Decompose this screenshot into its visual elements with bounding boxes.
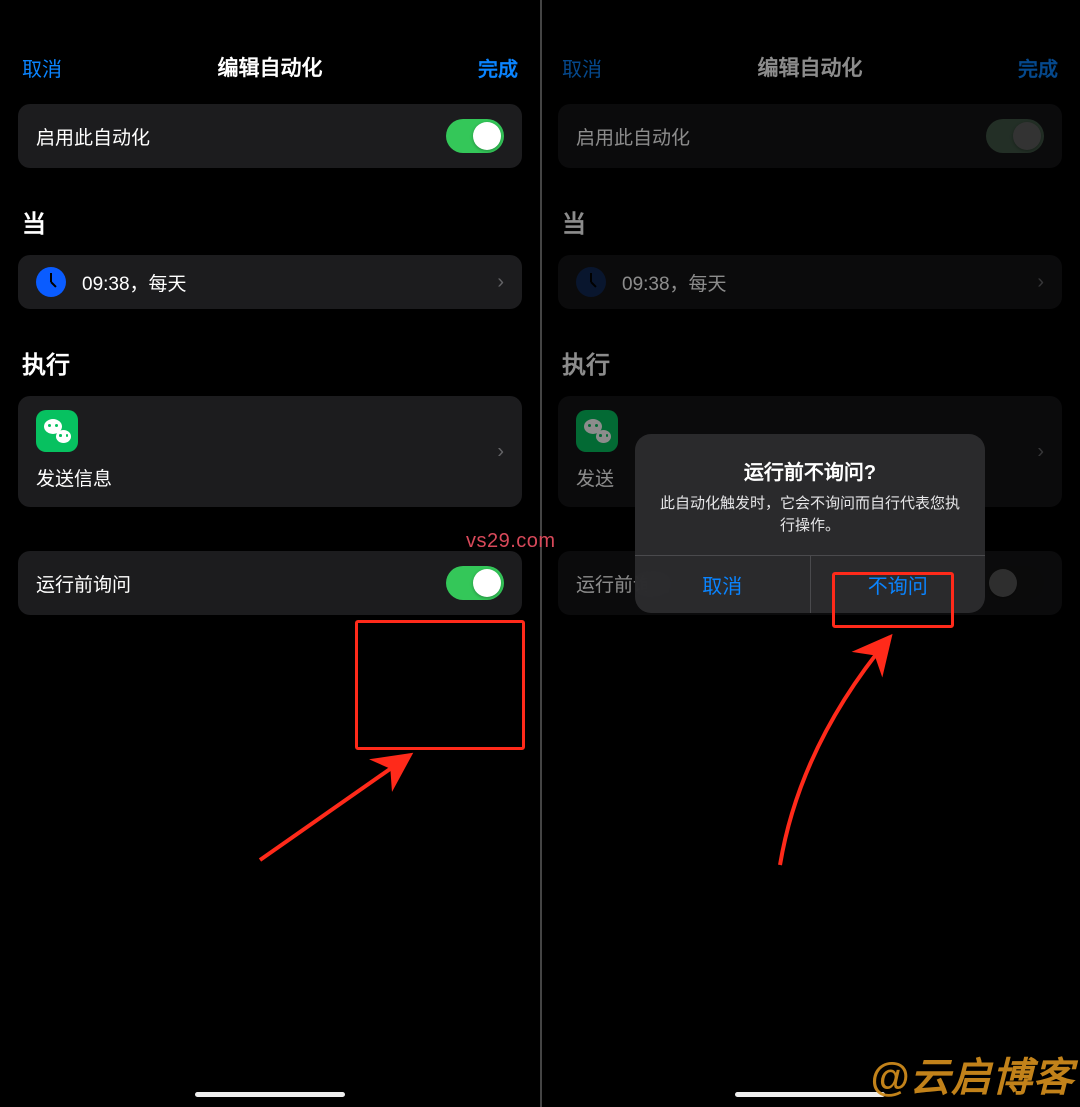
when-text: 09:38，每天 (82, 269, 187, 296)
exec-action-label: 发送信息 (36, 464, 112, 491)
nav-header: 取消 编辑自动化 完成 (540, 38, 1080, 104)
done-button[interactable]: 完成 (1018, 53, 1058, 82)
nav-header: 取消 编辑自动化 完成 (0, 38, 540, 104)
ask-before-run-row: 运行前询问 (18, 551, 522, 615)
exec-section-label: 执行 (22, 345, 518, 380)
exec-section-label: 执行 (562, 345, 1058, 380)
annotation-arrow (250, 740, 440, 870)
annotation-box (355, 620, 525, 750)
enable-automation-row: 启用此自动化 (558, 104, 1062, 168)
done-button[interactable]: 完成 (478, 53, 518, 82)
chevron-right-icon: › (1037, 271, 1044, 294)
clock-icon (576, 267, 606, 297)
confirm-dialog: 运行前不询问? 此自动化触发时，它会不询问而自行代表您执行操作。 取消 不询问 (635, 434, 985, 613)
when-trigger-row[interactable]: 09:38，每天 › (18, 255, 522, 309)
enable-toggle[interactable] (986, 119, 1044, 153)
home-indicator[interactable] (735, 1092, 885, 1097)
dialog-title: 运行前不询问? (655, 456, 965, 485)
screens-divider (540, 0, 542, 1107)
when-trigger-row[interactable]: 09:38，每天 › (558, 255, 1062, 309)
chevron-right-icon: › (497, 440, 504, 463)
ask-toggle[interactable] (446, 566, 504, 600)
cancel-button[interactable]: 取消 (562, 53, 602, 82)
home-indicator[interactable] (195, 1092, 345, 1097)
when-text: 09:38，每天 (622, 269, 727, 296)
exec-action-label: 发送 (576, 464, 614, 491)
dialog-confirm-button[interactable]: 不询问 (810, 556, 986, 613)
page-title: 编辑自动化 (758, 52, 863, 82)
ask-label: 运行前询问 (36, 570, 131, 597)
clock-icon (36, 267, 66, 297)
annotation-arrow (770, 625, 940, 875)
phone-left: 取消 编辑自动化 完成 启用此自动化 当 09:38，每天 › 执行 发送信息 … (0, 0, 540, 1107)
enable-label: 启用此自动化 (36, 123, 150, 150)
when-section-label: 当 (562, 204, 1058, 239)
exec-action-row[interactable]: 发送信息 › (18, 396, 522, 507)
dialog-cancel-button[interactable]: 取消 (635, 556, 810, 613)
cancel-button[interactable]: 取消 (22, 53, 62, 82)
enable-automation-row: 启用此自动化 (18, 104, 522, 168)
dialog-message: 此自动化触发时，它会不询问而自行代表您执行操作。 (655, 493, 965, 537)
when-section-label: 当 (22, 204, 518, 239)
ask-toggle[interactable] (986, 566, 1044, 600)
chevron-right-icon: › (497, 271, 504, 294)
wechat-icon (576, 410, 618, 452)
chevron-right-icon: › (1037, 440, 1044, 463)
enable-toggle[interactable] (446, 119, 504, 153)
content-area: 启用此自动化 当 09:38，每天 › 执行 发送信息 › 运行前询问 (0, 104, 540, 615)
enable-label: 启用此自动化 (576, 123, 690, 150)
wechat-icon (36, 410, 78, 452)
phone-right: 取消 编辑自动化 完成 启用此自动化 当 09:38，每天 › 执行 发送 › (540, 0, 1080, 1107)
page-title: 编辑自动化 (218, 52, 323, 82)
